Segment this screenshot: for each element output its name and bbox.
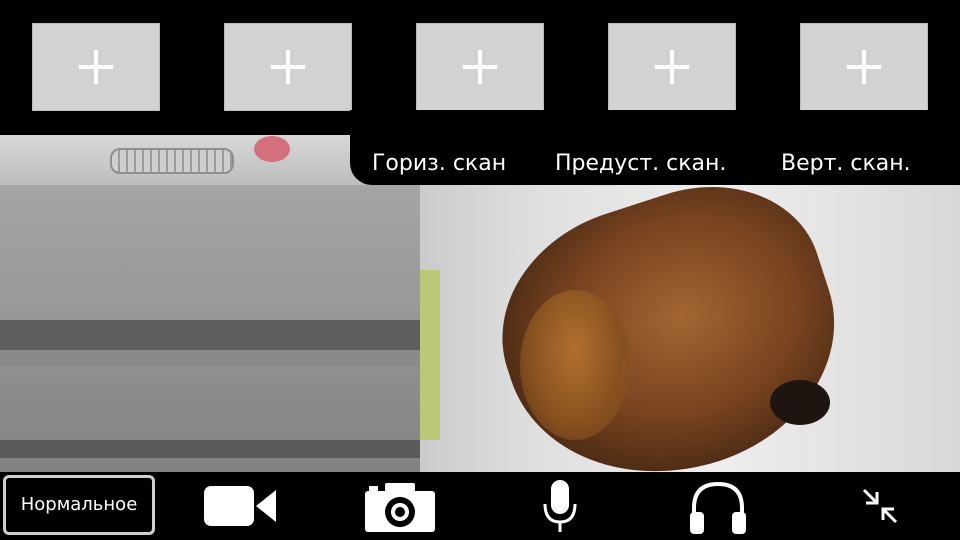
plus-icon: [271, 50, 305, 84]
preset-slot-2[interactable]: [224, 23, 352, 111]
plus-icon: [79, 50, 113, 84]
headphones-icon[interactable]: [688, 480, 748, 536]
camera-icon[interactable]: [365, 482, 435, 532]
collapse-icon[interactable]: [860, 486, 900, 526]
horizontal-scan-button[interactable]: Гориз. скан: [372, 146, 506, 182]
preset-slot-4[interactable]: [608, 23, 736, 111]
video-camera-icon[interactable]: [204, 486, 276, 526]
mode-button[interactable]: Нормальное: [3, 475, 155, 535]
preset-slot-5[interactable]: [800, 23, 928, 111]
preset-slot-1[interactable]: [32, 23, 160, 111]
preset-slot-3[interactable]: [416, 23, 544, 111]
plus-icon: [847, 50, 881, 84]
bottom-toolbar: Нормальное: [0, 472, 960, 540]
microphone-icon[interactable]: [542, 480, 578, 536]
vertical-scan-button[interactable]: Верт. скан.: [781, 146, 911, 182]
plus-icon: [655, 50, 689, 84]
plus-icon: [463, 50, 497, 84]
preset-scan-button[interactable]: Предуст. скан.: [555, 146, 726, 182]
